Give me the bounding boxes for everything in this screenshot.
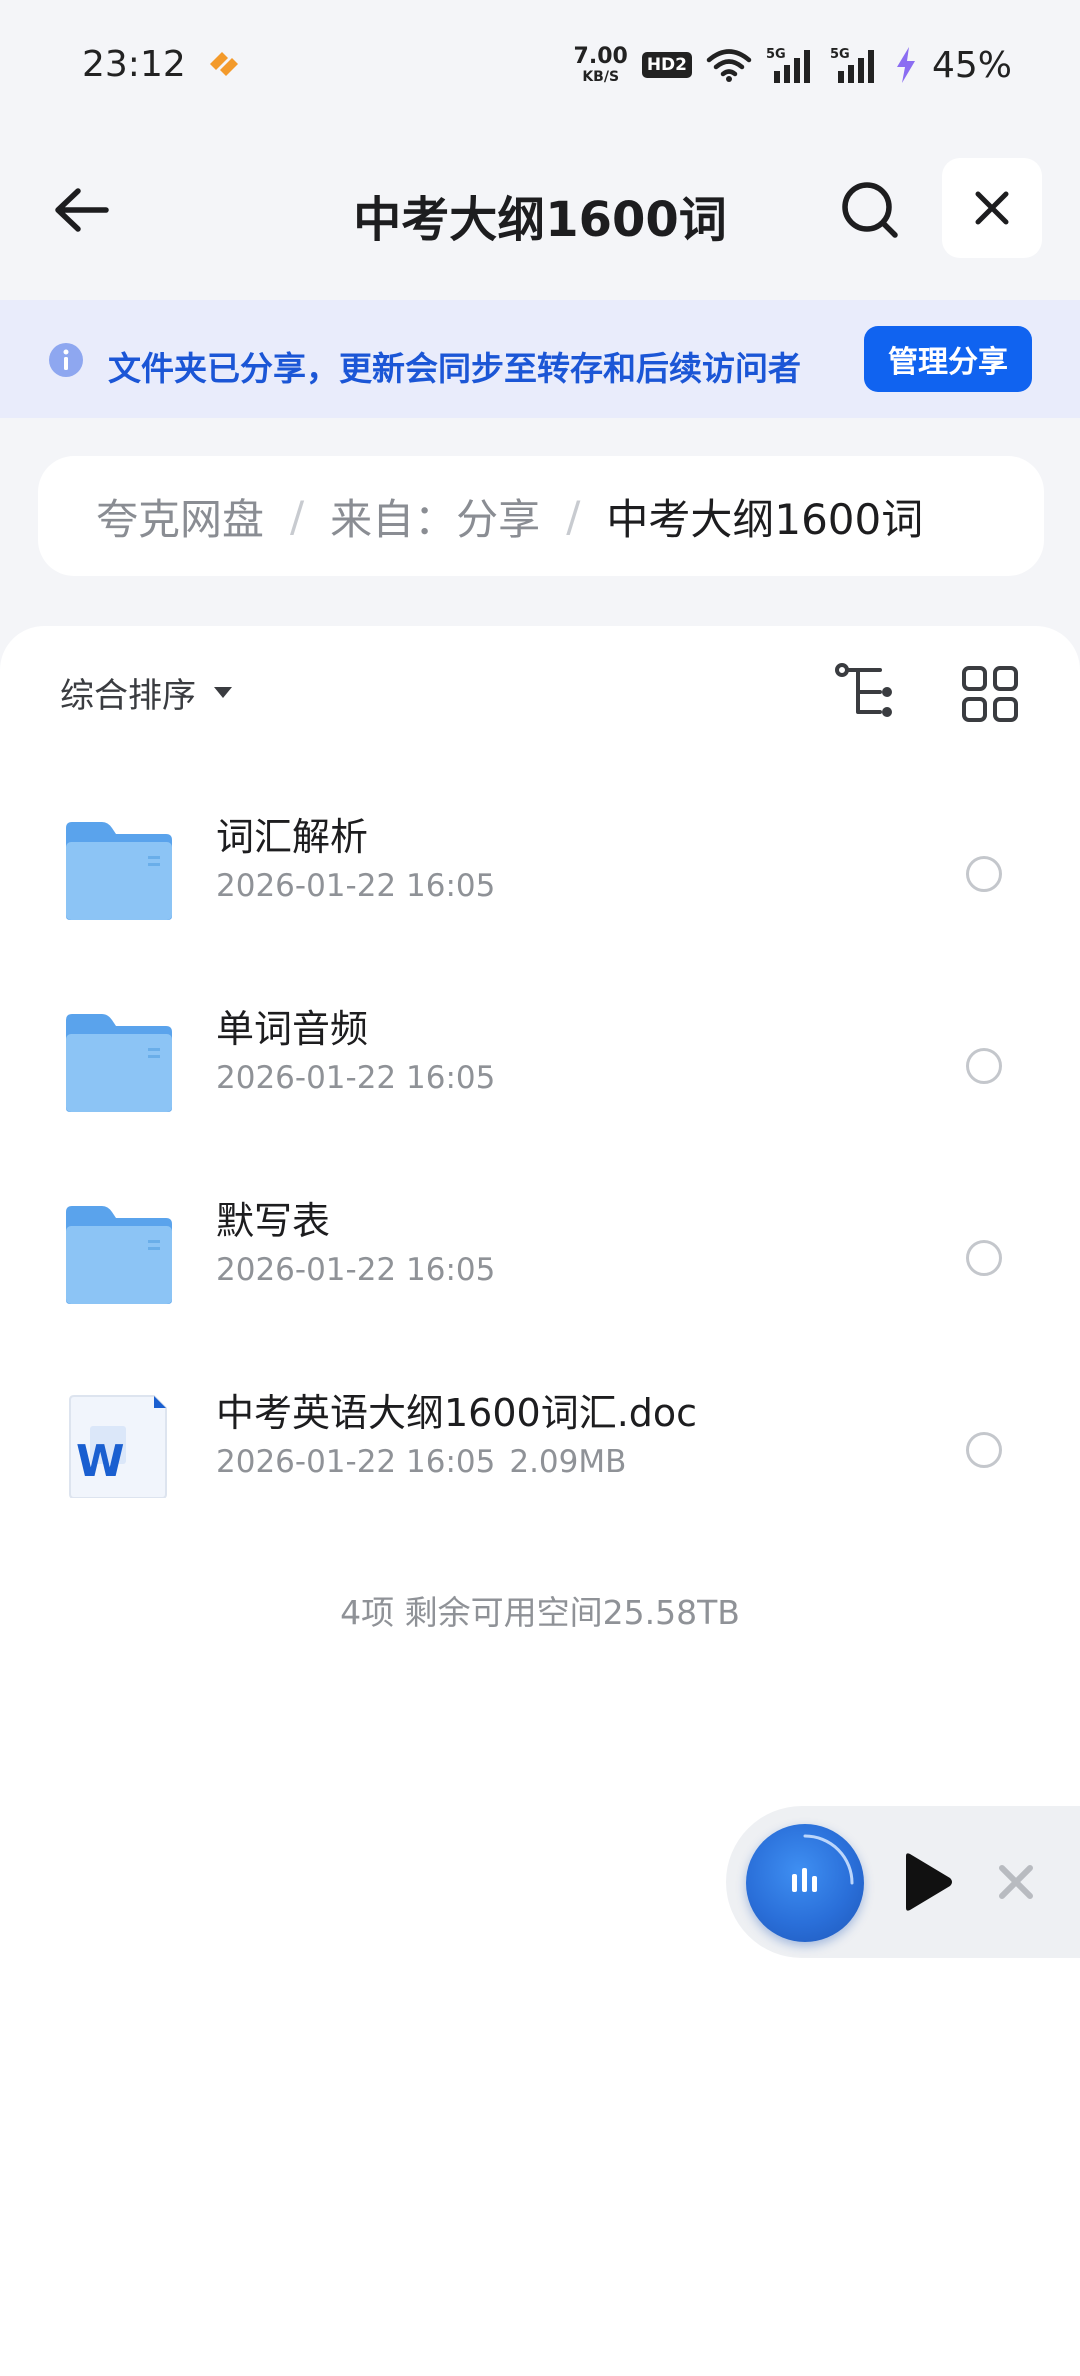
audio-bars-icon xyxy=(792,1834,854,1892)
breadcrumb-current: 中考大纲1600词 xyxy=(606,494,924,544)
sort-dropdown[interactable]: 综合排序 xyxy=(60,668,232,717)
status-indicators: 7.00 KB/S HD2 5G 5G 45% xyxy=(574,40,1012,90)
word-doc-icon: W xyxy=(69,1395,167,1498)
close-icon xyxy=(975,191,1009,225)
file-date: 2026-01-22 16:05 xyxy=(216,1060,496,1096)
breadcrumb-separator: / xyxy=(566,491,581,541)
file-meta: 2026-01-22 16:05 xyxy=(216,868,495,904)
file-meta: 2026-01-22 16:05 xyxy=(216,1060,495,1096)
network-speed: 7.00 KB/S xyxy=(573,44,628,85)
grid-view-icon[interactable] xyxy=(960,664,1020,724)
select-checkbox[interactable] xyxy=(966,1432,1002,1468)
file-date: 2026-01-22 16:05 xyxy=(216,868,496,904)
breadcrumb-separator: / xyxy=(290,491,305,541)
play-icon[interactable] xyxy=(896,1852,956,1912)
file-name: 词汇解析 xyxy=(216,815,369,859)
search-icon xyxy=(842,182,898,238)
folder-icon xyxy=(66,1014,172,1112)
manage-share-button[interactable]: 管理分享 xyxy=(864,326,1032,392)
file-meta: 2026-01-22 16:05 2.09MB xyxy=(216,1444,626,1480)
close-button[interactable] xyxy=(942,158,1042,258)
file-name: 中考英语大纲1600词汇.doc xyxy=(216,1391,698,1435)
search-button[interactable] xyxy=(830,170,910,250)
file-list: 词汇解析 2026-01-22 16:05 单词音频 2026-01-22 16… xyxy=(0,766,1080,1534)
close-icon[interactable] xyxy=(996,1862,1036,1902)
file-row-document[interactable]: W 中考英语大纲1600词汇.doc 2026-01-22 16:05 2.09M… xyxy=(0,1342,1080,1534)
page-title: 中考大纲1600词 xyxy=(353,192,727,248)
charging-icon xyxy=(896,47,915,83)
wifi-icon xyxy=(706,49,752,82)
app-notification-icon xyxy=(210,52,238,76)
folder-icon xyxy=(66,822,172,920)
select-checkbox[interactable] xyxy=(966,1048,1002,1084)
signal-5g-icon: 5G xyxy=(766,47,810,83)
folder-icon xyxy=(66,1206,172,1304)
svg-text:5G: 5G xyxy=(830,47,850,62)
select-checkbox[interactable] xyxy=(966,856,1002,892)
sort-label: 综合排序 xyxy=(60,676,196,716)
signal-5g-icon-2: 5G xyxy=(830,47,874,83)
file-name: 单词音频 xyxy=(216,1007,369,1051)
status-time: 23:12 xyxy=(82,44,186,85)
file-date: 2026-01-22 16:05 xyxy=(216,1444,496,1480)
player-disc[interactable] xyxy=(746,1824,864,1942)
share-notice-text: 文件夹已分享，更新会同步至转存和后续访问者 xyxy=(108,349,801,388)
file-row-folder[interactable]: 单词音频 2026-01-22 16:05 xyxy=(0,958,1080,1150)
svg-text:W: W xyxy=(76,1436,125,1487)
floating-audio-player xyxy=(726,1806,1080,1958)
select-checkbox[interactable] xyxy=(966,1240,1002,1276)
status-bar: 23:12 7.00 KB/S HD2 5G 5G 45% xyxy=(0,0,1080,130)
battery-level: 45% xyxy=(931,44,1012,86)
file-meta: 2026-01-22 16:05 xyxy=(216,1252,495,1288)
breadcrumb: 夸克网盘 / 来自：分享 / 中考大纲1600词 xyxy=(38,456,1044,576)
chevron-down-icon xyxy=(214,687,232,698)
tree-view-icon[interactable] xyxy=(834,662,900,722)
file-date: 2026-01-22 16:05 xyxy=(216,1252,496,1288)
breadcrumb-item-shared[interactable]: 来自：分享 xyxy=(330,486,540,547)
file-list-panel: 综合排序 词汇解析 2026-01-22 16:05 单词音频 2026-01-… xyxy=(0,626,1080,2376)
svg-text:5G: 5G xyxy=(766,47,786,62)
file-row-folder[interactable]: 默写表 2026-01-22 16:05 xyxy=(0,1150,1080,1342)
breadcrumb-item-root[interactable]: 夸克网盘 xyxy=(96,486,264,547)
storage-summary: 4项 剩余可用空间25.58TB xyxy=(340,1593,740,1632)
share-notice-banner: 文件夹已分享，更新会同步至转存和后续访问者 管理分享 xyxy=(0,300,1080,418)
info-icon xyxy=(49,343,83,377)
file-name: 默写表 xyxy=(216,1199,331,1243)
file-row-folder[interactable]: 词汇解析 2026-01-22 16:05 xyxy=(0,766,1080,958)
hd-badge: HD2 xyxy=(641,52,692,78)
top-app-bar: 中考大纲1600词 xyxy=(0,150,1080,270)
file-size: 2.09MB xyxy=(509,1444,627,1480)
